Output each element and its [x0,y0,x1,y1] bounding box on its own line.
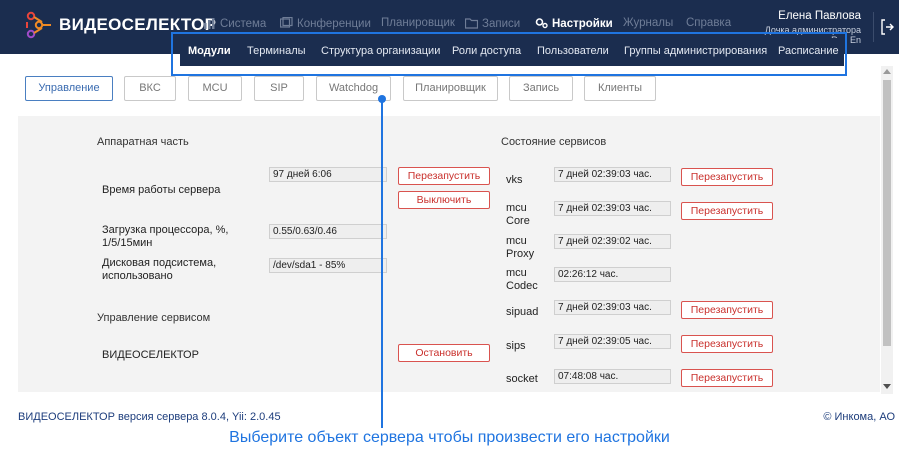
chart-icon [204,18,215,29]
service-name-vks: vks [506,174,523,187]
topnav-nastroiki[interactable]: Настройки [535,17,613,30]
copyright: © Инкома, АО [823,411,895,423]
user-name[interactable]: Елена Павлова [778,10,861,22]
disk-label: Дисковая подсистема, использовано [102,257,216,283]
service-name-mcu-proxy: mcu Proxy [506,235,534,261]
uptime-label: Время работы сервера [102,184,221,196]
folder-icon [465,18,478,29]
scroll-up-arrow-icon[interactable] [883,69,891,74]
service-name-line2: Proxy [506,248,535,260]
service-name-socket: socket [506,373,538,386]
restart-vks-button[interactable]: Перезапустить [681,168,773,186]
tab-klienty[interactable]: Клиенты [584,76,656,101]
topnav-sistema[interactable]: Система [203,17,266,30]
restart-mcu-core-button[interactable]: Перезапустить [681,202,773,220]
service-name-sipuad: sipuad [506,306,538,319]
restart-sips-button[interactable]: Перезапустить [681,335,773,353]
restart-sipuad-button[interactable]: Перезапустить [681,301,773,319]
service-name-mcu-codec: mcu Codec [506,267,538,293]
cpu-label: Загрузка процессора, %, 1/5/15мин [102,224,228,250]
service-management-title: Управление сервисом [97,312,211,324]
video-icon [280,17,293,28]
scroll-down-arrow-icon[interactable] [883,384,891,389]
tab-planirovshik[interactable]: Планировщик [403,76,498,101]
callout-line [381,98,383,428]
gear-icon [535,18,548,29]
service-name-line1: mcu [506,235,527,247]
service-name-sips: sips [506,340,526,353]
topnav-label: Конференции [297,18,371,30]
topnav-label: Настройки [552,18,613,30]
tab-zapis[interactable]: Запись [509,76,573,101]
topnav-spravka[interactable]: Справка [686,17,731,29]
service-uptime-sips: 7 дней 02:39:05 час. [554,334,671,349]
topnav-konferencii[interactable]: Конференции [280,17,371,30]
service-uptime-mcu-proxy: 7 дней 02:39:02 час. [554,234,671,249]
service-stop-button[interactable]: Остановить [398,344,490,362]
tab-mcu[interactable]: MCU [188,76,242,101]
tab-upravlenie[interactable]: Управление [25,76,113,101]
service-name-mcu-core: mcu Core [506,202,530,228]
services-state-title: Состояние сервисов [501,136,607,148]
submenu-highlight-frame [171,32,847,76]
cpu-label-line2: 1/5/15мин [102,237,153,249]
tab-sip[interactable]: SIP [254,76,304,101]
logout-button[interactable] [873,12,899,42]
topnav-label: Система [220,18,267,30]
topnav-label: Журналы [623,17,674,29]
tab-vks[interactable]: ВКС [124,76,176,101]
server-shutdown-button[interactable]: Выключить [398,191,490,209]
vertical-scrollbar[interactable] [881,66,893,394]
service-uptime-sipuad: 7 дней 02:39:03 час. [554,300,671,315]
cpu-label-line1: Загрузка процессора, %, [102,224,229,236]
service-uptime-socket: 07:48:08 час. [554,369,671,384]
restart-socket-button[interactable]: Перезапустить [681,369,773,387]
logout-icon [881,19,894,35]
topnav-planirovshik[interactable]: Планировщик [381,17,455,29]
service-name-line1: mcu [506,202,527,214]
service-name-line2: Codec [506,280,538,292]
service-uptime-mcu-codec: 02:26:12 час. [554,267,671,282]
logo-icon[interactable] [24,10,54,40]
hardware-section-title: Аппаратная часть [97,136,189,148]
service-name: ВИДЕОСЕЛЕКТОР [102,349,199,361]
topnav-label: Планировщик [381,17,455,29]
topnav-zhurnaly[interactable]: Журналы [623,17,673,29]
server-version: ВИДЕОСЕЛЕКТОР версия сервера 8.0.4, Yii:… [18,411,281,423]
topnav-label: Справка [686,17,732,29]
topnav-zapisi[interactable]: Записи [465,17,520,30]
uptime-value: 97 дней 6:06 [269,167,387,182]
service-name-line1: socket [506,373,538,385]
service-name-line1: mcu [506,267,527,279]
service-uptime-mcu-core: 7 дней 02:39:03 час. [554,201,671,216]
instruction-caption: Выберите объект сервера чтобы произвести… [229,429,670,446]
service-uptime-vks: 7 дней 02:39:03 час. [554,167,671,182]
content-panel: Аппаратная часть Время работы сервера 97… [18,116,880,392]
disk-label-line1: Дисковая подсистема, [102,257,217,269]
service-name-line1: sips [506,340,526,352]
server-restart-button[interactable]: Перезапустить [398,167,490,185]
disk-label-line2: использовано [102,270,173,282]
callout-dot [378,95,386,103]
scroll-thumb[interactable] [883,80,891,346]
service-name-line2: Core [506,215,530,227]
service-name-line1: vks [506,174,523,186]
disk-value: /dev/sda1 - 85% [269,258,387,273]
cpu-value: 0.55/0.63/0.46 [269,224,387,239]
topnav-label: Записи [482,18,521,30]
service-name-line1: sipuad [506,306,539,318]
